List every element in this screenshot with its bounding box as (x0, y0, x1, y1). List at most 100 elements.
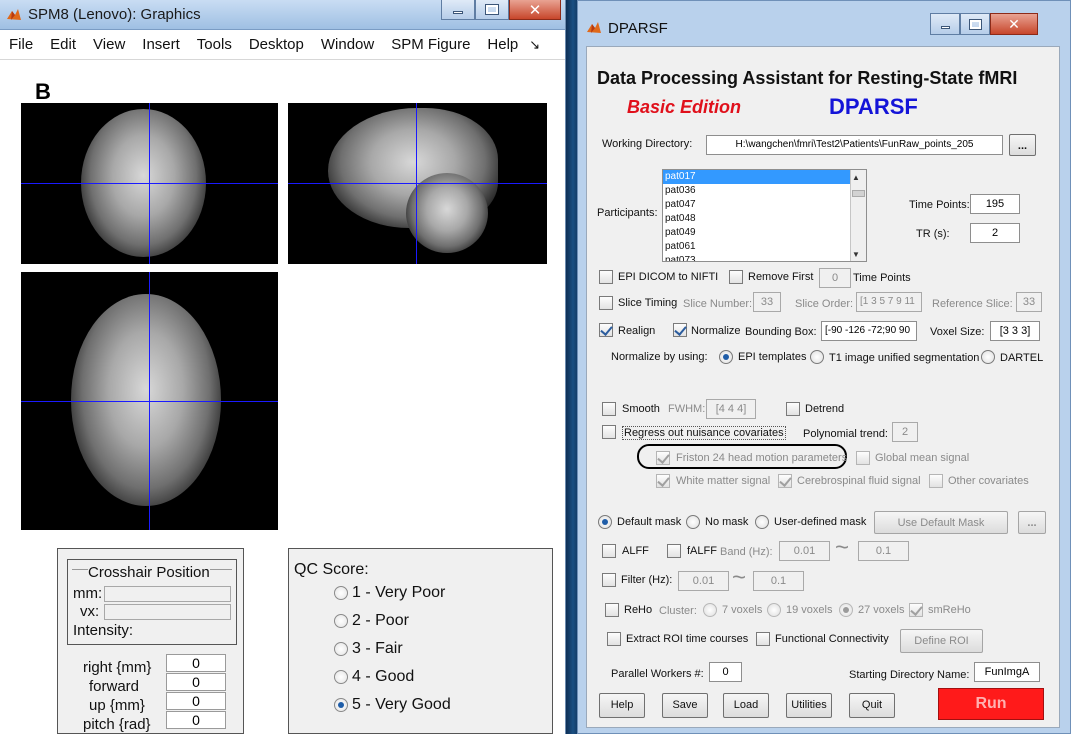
minimize-button[interactable] (930, 13, 960, 35)
menu-spm-figure[interactable]: SPM Figure (391, 36, 470, 53)
csf-checkbox[interactable] (778, 474, 792, 488)
friston-checkbox[interactable] (656, 451, 670, 465)
qc-radio-1[interactable] (334, 586, 348, 600)
filter-checkbox[interactable] (602, 573, 616, 587)
global-mean-checkbox[interactable] (856, 451, 870, 465)
qc-option-3[interactable]: 3 - Fair (352, 640, 403, 658)
epi-dicom-checkbox[interactable] (599, 270, 613, 284)
param-pitch-input[interactable]: 0 (166, 711, 226, 729)
browse-mask-button[interactable]: ... (1018, 511, 1046, 534)
load-button[interactable]: Load (723, 693, 769, 718)
param-right-input[interactable]: 0 (166, 654, 226, 672)
norm-t1-radio[interactable] (810, 350, 824, 364)
qc-radio-2[interactable] (334, 614, 348, 628)
other-cov-checkbox[interactable] (929, 474, 943, 488)
cluster-7-radio[interactable] (703, 603, 717, 617)
qc-option-5[interactable]: 5 - Very Good (352, 696, 451, 714)
menu-desktop[interactable]: Desktop (249, 36, 304, 53)
normalize-checkbox[interactable] (673, 323, 687, 337)
realign-checkbox[interactable] (599, 323, 613, 337)
menu-tools[interactable]: Tools (197, 36, 232, 53)
use-default-mask-button[interactable]: Use Default Mask (874, 511, 1008, 534)
filter-low-input[interactable]: 0.01 (678, 571, 729, 591)
quit-button[interactable]: Quit (849, 693, 895, 718)
reference-slice-input[interactable]: 33 (1016, 292, 1042, 312)
filter-high-input[interactable]: 0.1 (753, 571, 804, 591)
qc-radio-4[interactable] (334, 670, 348, 684)
tr-input[interactable]: 2 (970, 223, 1020, 243)
detrend-checkbox[interactable] (786, 402, 800, 416)
list-scrollbar[interactable]: ▲ ▼ (850, 170, 866, 261)
cluster-27-radio[interactable] (839, 603, 853, 617)
list-item[interactable]: pat036 (663, 184, 866, 198)
utilities-button[interactable]: Utilities (786, 693, 832, 718)
help-button[interactable]: Help (599, 693, 645, 718)
remove-first-input[interactable]: 0 (819, 268, 851, 288)
menu-help[interactable]: Help (487, 36, 518, 53)
slice-timing-checkbox[interactable] (599, 296, 613, 310)
slice-number-input[interactable]: 33 (753, 292, 781, 312)
maximize-button[interactable] (475, 0, 509, 20)
time-points-input[interactable]: 195 (970, 194, 1020, 214)
extract-roi-checkbox[interactable] (607, 632, 621, 646)
menu-window[interactable]: Window (321, 36, 374, 53)
list-item[interactable]: pat049 (663, 226, 866, 240)
list-item[interactable]: pat047 (663, 198, 866, 212)
scroll-down-icon[interactable]: ▼ (852, 250, 860, 259)
functional-conn-checkbox[interactable] (756, 632, 770, 646)
close-button[interactable]: ✕ (509, 0, 561, 20)
spm-title-bar[interactable]: SPM8 (Lenovo): Graphics ✕ (0, 0, 565, 30)
scroll-thumb[interactable] (852, 190, 865, 197)
axial-view[interactable] (21, 272, 278, 530)
white-matter-checkbox[interactable] (656, 474, 670, 488)
close-button[interactable]: ✕ (990, 13, 1038, 35)
cluster-19-radio[interactable] (767, 603, 781, 617)
minimize-button[interactable] (441, 0, 475, 20)
scroll-up-icon[interactable]: ▲ (852, 173, 860, 182)
voxel-size-input[interactable]: [3 3 3] (990, 321, 1040, 341)
list-item[interactable]: pat017 (663, 170, 866, 184)
band-high-input[interactable]: 0.1 (858, 541, 909, 561)
save-button[interactable]: Save (662, 693, 708, 718)
menu-edit[interactable]: Edit (50, 36, 76, 53)
parallel-workers-input[interactable]: 0 (709, 662, 742, 682)
smooth-checkbox[interactable] (602, 402, 616, 416)
starting-dir-input[interactable]: FunImgA (974, 662, 1040, 682)
list-item[interactable]: pat061 (663, 240, 866, 254)
bounding-box-input[interactable]: [-90 -126 -72;90 90 (821, 321, 917, 341)
alff-checkbox[interactable] (602, 544, 616, 558)
falff-checkbox[interactable] (667, 544, 681, 558)
mask-default-radio[interactable] (598, 515, 612, 529)
browse-dir-button[interactable]: ... (1009, 134, 1036, 156)
qc-radio-3[interactable] (334, 642, 348, 656)
menu-overflow-icon[interactable]: ↘ (529, 37, 540, 53)
band-low-input[interactable]: 0.01 (779, 541, 830, 561)
mask-user-radio[interactable] (755, 515, 769, 529)
regress-checkbox[interactable] (602, 425, 616, 439)
param-up-input[interactable]: 0 (166, 692, 226, 710)
run-button[interactable]: Run (938, 688, 1044, 720)
list-item[interactable]: pat048 (663, 212, 866, 226)
menu-file[interactable]: File (9, 36, 33, 53)
qc-option-4[interactable]: 4 - Good (352, 668, 414, 686)
coronal-view[interactable] (21, 103, 278, 264)
mask-none-radio[interactable] (686, 515, 700, 529)
maximize-button[interactable] (960, 13, 990, 35)
reho-checkbox[interactable] (605, 603, 619, 617)
list-item[interactable]: pat073 (663, 254, 866, 261)
define-roi-button[interactable]: Define ROI (900, 629, 983, 653)
qc-option-2[interactable]: 2 - Poor (352, 612, 409, 630)
menu-view[interactable]: View (93, 36, 125, 53)
sagittal-view[interactable] (288, 103, 547, 264)
polynomial-input[interactable]: 2 (892, 422, 918, 442)
remove-first-checkbox[interactable] (729, 270, 743, 284)
working-dir-input[interactable]: H:\wangchen\fmri\Test2\Patients\FunRaw_p… (706, 135, 1003, 155)
slice-order-input[interactable]: [1 3 5 7 9 11 (856, 292, 922, 312)
smreho-checkbox[interactable] (909, 603, 923, 617)
norm-epi-radio[interactable] (719, 350, 733, 364)
qc-radio-5[interactable] (334, 698, 348, 712)
fwhm-input[interactable]: [4 4 4] (706, 399, 756, 419)
param-forward-input[interactable]: 0 (166, 673, 226, 691)
qc-option-1[interactable]: 1 - Very Poor (352, 584, 445, 602)
norm-dartel-radio[interactable] (981, 350, 995, 364)
